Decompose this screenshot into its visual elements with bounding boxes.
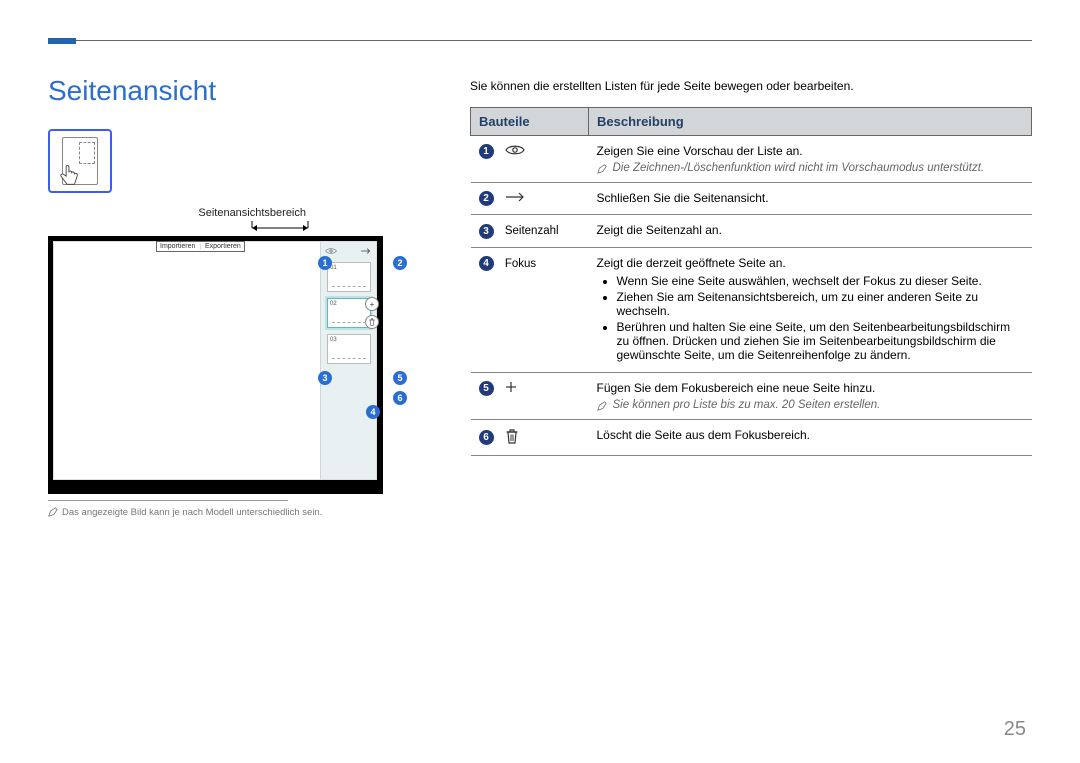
table-row: 1 Zeigen Sie eine Vorschau der Liste an.…	[471, 136, 1032, 183]
pen-icon	[597, 401, 607, 411]
device-screen: Importieren | Exportieren 01	[53, 241, 377, 480]
table-row: 2 Schließen Sie die Seitenansicht.	[471, 183, 1032, 215]
document-icon	[62, 137, 98, 185]
page-thumb-1: 01	[327, 262, 371, 292]
hand-tap-icon	[57, 164, 79, 190]
diagram-footnote: Das angezeigte Bild kann je nach Modell …	[48, 507, 438, 518]
callout-2: 2	[393, 256, 407, 270]
callout-4: 4	[366, 405, 380, 419]
eye-icon	[325, 247, 337, 255]
page-accent	[48, 38, 76, 44]
row-desc: Zeigen Sie eine Vorschau der Liste an.	[597, 144, 1024, 158]
dimension-marks	[48, 220, 318, 234]
arrow-right-icon	[505, 191, 527, 206]
row-desc-intro: Zeigt die derzeit geöffnete Seite an.	[597, 256, 1024, 270]
row-desc: Löscht die Seite aus dem Fokusbereich.	[597, 428, 1024, 442]
row-number: 1	[479, 144, 494, 159]
table-row: 4 Fokus Zeigt die derzeit geöffnete Seit…	[471, 247, 1032, 372]
callout-6: 6	[393, 391, 407, 405]
row-number: 3	[479, 224, 494, 239]
trash-icon	[505, 428, 519, 447]
mini-page-icon	[79, 142, 95, 164]
diagram-container: Importieren | Exportieren 01	[48, 236, 428, 494]
page-number: 25	[1004, 718, 1026, 741]
row-desc: Schließen Sie die Seitenansicht.	[597, 191, 1024, 205]
gesture-icon-box	[48, 129, 112, 193]
row-part-label: Seitenzahl	[505, 225, 559, 237]
list-item: Wenn Sie eine Seite auswählen, wechselt …	[617, 274, 1024, 288]
callout-5: 5	[393, 371, 407, 385]
row-note: Sie können pro Liste bis zu max. 20 Seit…	[597, 399, 1024, 411]
delete-page-icon	[365, 315, 379, 329]
toolbar-import-label: Importieren	[160, 243, 195, 250]
row-note: Die Zeichnen-/Löschenfunktion wird nicht…	[597, 162, 1024, 174]
eye-icon	[505, 144, 525, 159]
row-bullets: Wenn Sie eine Seite auswählen, wechselt …	[597, 274, 1024, 362]
table-row: 3 Seitenzahl Zeigt die Seitenzahl an.	[471, 215, 1032, 247]
screen-toolbar: Importieren | Exportieren	[156, 241, 245, 252]
add-page-icon: +	[365, 297, 379, 311]
table-row: 6 Löscht die Seite aus dem Fokusbereich.	[471, 419, 1032, 455]
page-top-rule	[48, 40, 1032, 41]
device-diagram: Importieren | Exportieren 01	[48, 236, 383, 494]
toolbar-export-label: Exportieren	[205, 243, 241, 250]
row-number: 4	[479, 256, 494, 271]
pageview-panel: 01 02 +	[320, 242, 376, 479]
pen-icon	[597, 164, 607, 174]
row-number: 2	[479, 191, 494, 206]
page-thumb-3: 03	[327, 334, 371, 364]
row-number: 6	[479, 430, 494, 445]
th-parts: Bauteile	[471, 108, 589, 136]
list-item: Ziehen Sie am Seitenansichtsbereich, um …	[617, 290, 1024, 318]
list-item: Berühren und halten Sie eine Seite, um d…	[617, 320, 1024, 362]
row-part-label: Fokus	[505, 258, 536, 270]
row-desc: Fügen Sie dem Fokusbereich eine neue Sei…	[597, 381, 1024, 395]
page-thumb-2-focused: 02 +	[327, 298, 371, 328]
arrow-right-icon	[360, 247, 372, 255]
callout-3: 3	[318, 371, 332, 385]
row-desc: Zeigt die Seitenzahl an.	[597, 223, 1024, 237]
panel-caption: Seitenansichtsbereich	[48, 207, 318, 219]
pen-icon	[48, 507, 58, 517]
table-row: 5 Fügen Sie dem Fokusbereich eine neue S…	[471, 372, 1032, 419]
callout-1: 1	[318, 256, 332, 270]
intro-text: Sie können die erstellten Listen für jed…	[470, 79, 1032, 93]
note-rule	[48, 500, 288, 501]
parts-table: Bauteile Beschreibung 1 Zeigen Sie	[470, 107, 1032, 456]
page-title: Seitenansicht	[48, 75, 438, 107]
plus-icon	[505, 381, 517, 396]
th-desc: Beschreibung	[589, 108, 1032, 136]
row-number: 5	[479, 381, 494, 396]
